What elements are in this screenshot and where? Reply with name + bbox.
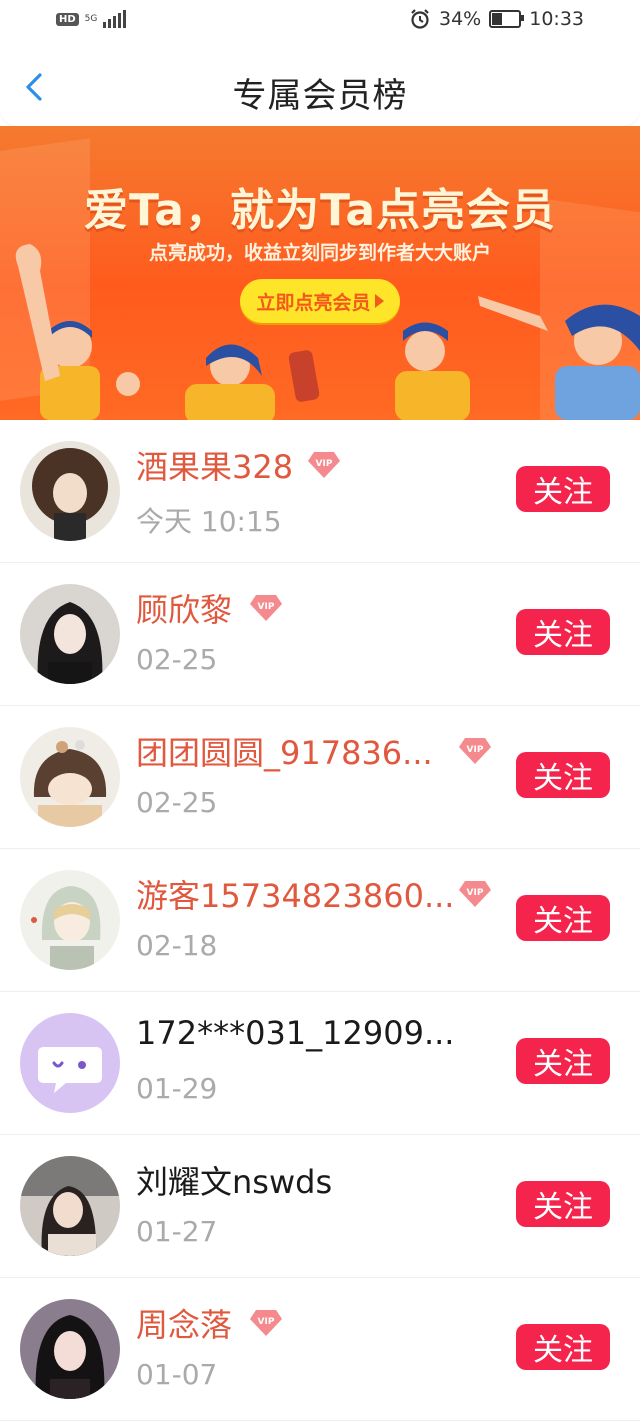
member-date: 02-25 xyxy=(136,643,218,676)
vip-diamond-icon: VIP xyxy=(459,738,491,764)
avatar[interactable] xyxy=(20,441,120,541)
member-date: 01-27 xyxy=(136,1215,218,1248)
member-date: 01-29 xyxy=(136,1072,218,1105)
avatar[interactable] xyxy=(20,727,120,827)
network-type: 5G xyxy=(84,13,98,24)
status-bar: HD 5G 34% 10:33 xyxy=(0,0,640,44)
vip-diamond-icon: VIP xyxy=(308,452,340,478)
list-item[interactable]: 刘耀文nswds 01-27 关注 xyxy=(0,1135,640,1278)
follow-button[interactable]: 关注 xyxy=(516,1038,610,1084)
list-item[interactable]: 游客15734823860... VIP 02-18 关注 xyxy=(0,849,640,992)
light-up-vip-button[interactable]: 立即点亮会员 xyxy=(240,279,400,323)
follow-button[interactable]: 关注 xyxy=(516,1324,610,1370)
member-name: 团团圆圆_917836... xyxy=(136,734,433,772)
avatar[interactable] xyxy=(20,1299,120,1399)
avatar[interactable] xyxy=(20,1156,120,1256)
follow-button[interactable]: 关注 xyxy=(516,1181,610,1227)
play-arrow-icon xyxy=(374,294,384,308)
banner-illustration xyxy=(15,244,640,420)
follow-button[interactable]: 关注 xyxy=(516,752,610,798)
signal-icon xyxy=(103,10,127,28)
clock: 10:33 xyxy=(529,8,584,30)
promo-banner[interactable]: 爱Ta，就为Ta点亮会员 点亮成功，收益立刻同步到作者大大账户 立即点亮会员 xyxy=(0,126,640,420)
avatar[interactable] xyxy=(20,1013,120,1113)
follow-button[interactable]: 关注 xyxy=(516,609,610,655)
hd-badge: HD xyxy=(56,12,79,26)
member-name: 刘耀文nswds xyxy=(136,1163,333,1201)
page-title: 专属会员榜 xyxy=(232,76,408,116)
svg-text:VIP: VIP xyxy=(467,888,484,898)
battery-icon xyxy=(489,10,525,28)
alarm-icon xyxy=(411,9,429,29)
vip-diamond-icon: VIP xyxy=(250,595,282,621)
svg-text:VIP: VIP xyxy=(258,602,275,612)
member-list: 酒果果328 VIP 今天 10:15 关注 顾欣黎 VIP 02-25 关注 … xyxy=(0,420,640,1421)
member-name: 周念落 xyxy=(136,1306,233,1344)
member-name: 游客15734823860... xyxy=(136,877,455,915)
member-date: 02-25 xyxy=(136,786,218,819)
svg-text:VIP: VIP xyxy=(467,745,484,755)
list-item[interactable]: 周念落 VIP 01-07 关注 xyxy=(0,1278,640,1421)
follow-button[interactable]: 关注 xyxy=(516,466,610,512)
follow-button[interactable]: 关注 xyxy=(516,895,610,941)
svg-text:VIP: VIP xyxy=(258,1317,275,1327)
member-date: 今天 10:15 xyxy=(136,505,282,538)
list-item[interactable]: 酒果果328 VIP 今天 10:15 关注 xyxy=(0,420,640,563)
avatar[interactable] xyxy=(20,584,120,684)
status-left: HD 5G xyxy=(56,10,127,28)
svg-text:VIP: VIP xyxy=(316,459,333,469)
member-name: 172***031_12909... xyxy=(136,1014,455,1052)
banner-subline: 点亮成功，收益立刻同步到作者大大账户 xyxy=(148,242,491,264)
member-name: 酒果果328 xyxy=(136,448,294,486)
vip-diamond-icon: VIP xyxy=(459,881,491,907)
nav-bar: 专属会员榜 xyxy=(0,44,640,126)
member-date: 02-18 xyxy=(136,929,218,962)
list-item[interactable]: 顾欣黎 VIP 02-25 关注 xyxy=(0,563,640,706)
avatar[interactable] xyxy=(20,870,120,970)
list-item[interactable]: 172***031_12909... 01-29 关注 xyxy=(0,992,640,1135)
status-right: 34% 10:33 xyxy=(409,8,584,30)
banner-headline: 爱Ta，就为Ta点亮会员 xyxy=(83,185,557,236)
vip-diamond-icon: VIP xyxy=(250,1310,282,1336)
member-date: 01-07 xyxy=(136,1358,218,1391)
battery-percent: 34% xyxy=(439,8,482,30)
member-name: 顾欣黎 xyxy=(136,591,233,629)
light-up-vip-label: 立即点亮会员 xyxy=(256,291,371,314)
list-item[interactable]: 团团圆圆_917836... VIP 02-25 关注 xyxy=(0,706,640,849)
